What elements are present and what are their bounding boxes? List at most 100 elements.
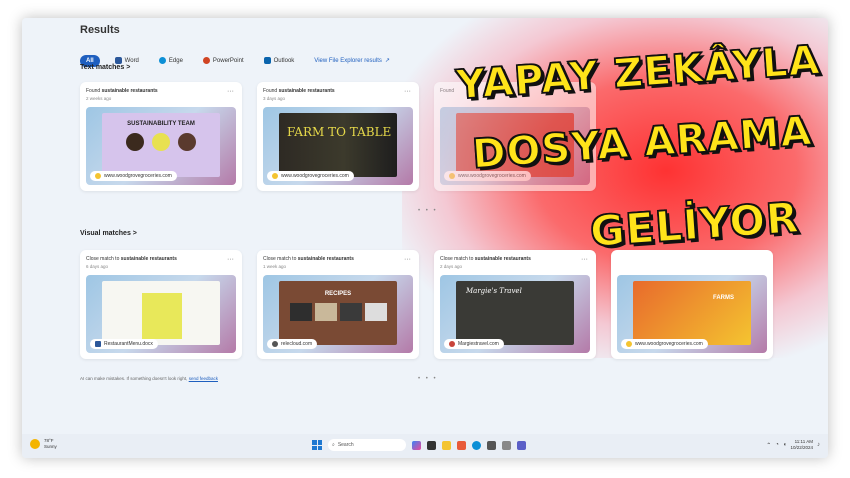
visual-matches-label: Visual matches — [80, 230, 131, 237]
thumbnail-text: FARM TO TABLE — [287, 125, 392, 139]
card-query: sustainable restaurants — [120, 256, 177, 262]
chevron-up-icon[interactable]: ⌃ — [766, 442, 771, 449]
result-card[interactable]: Found sustainable restaurants 3 days ago… — [257, 82, 419, 191]
card-age: 6 days ago — [86, 264, 109, 269]
view-file-explorer-link[interactable]: View File Explorer results ↗ — [309, 54, 395, 67]
wifi-icon[interactable]: ◔ — [775, 442, 779, 448]
windows-start-icon[interactable] — [312, 440, 322, 450]
source-chip[interactable]: www.woodgrovegroceries.com — [621, 339, 708, 349]
source-url: relecloud.com — [281, 341, 313, 347]
photo-circle — [126, 133, 144, 151]
card-prefix: Found — [440, 88, 455, 94]
volume-icon[interactable]: ◖ — [783, 442, 787, 448]
card-title: Found sustainable restaurants — [263, 88, 413, 94]
photo-strip — [279, 303, 397, 321]
source-url: RestaurantMenu.docx — [104, 341, 153, 347]
card-age: 3 days ago — [263, 96, 286, 101]
photos-icon[interactable] — [457, 440, 466, 450]
source-chip[interactable]: Margiestravel.com — [444, 339, 504, 349]
task-view-icon[interactable] — [427, 440, 436, 450]
thumbnail: SUSTAINABILITY TEAM — [102, 113, 220, 177]
globe-icon — [449, 341, 455, 347]
store-icon[interactable] — [487, 440, 496, 450]
page-title: Results — [80, 24, 120, 36]
source-chip[interactable]: relecloud.com — [267, 339, 318, 349]
filter-word-label: Word — [124, 57, 139, 64]
card-query: sustainable restaurants — [474, 256, 531, 262]
source-chip[interactable]: RestaurantMenu.docx — [90, 339, 158, 349]
more-options-icon[interactable]: ··· — [227, 256, 234, 263]
result-card[interactable]: Close match to sustainable restaurants 2… — [434, 250, 596, 359]
filter-outlook[interactable]: Outlook — [259, 54, 300, 67]
visual-matches-row: Close match to sustainable restaurants 6… — [80, 250, 773, 359]
taskbar-apps: ⌕ Search — [312, 439, 526, 451]
thumbnail: FARMS — [633, 281, 751, 345]
external-link-icon: ↗ — [384, 58, 390, 64]
thumbnail: RECIPES — [279, 281, 397, 345]
text-matches-label: Text matches — [80, 64, 125, 71]
thumbnail: FARM TO TABLE — [279, 113, 397, 177]
thumbnail-frame: RestaurantMenu.docx — [86, 275, 236, 353]
filter-powerpoint[interactable]: PowerPoint — [198, 54, 249, 67]
clock[interactable]: 11:11 AM 10/22/2024 — [790, 439, 813, 451]
notification-bell-icon[interactable]: ♪ — [817, 442, 820, 448]
card-query: sustainable restaurants — [101, 88, 158, 94]
photo-tile — [314, 303, 337, 321]
document-page — [142, 293, 182, 339]
copilot-icon[interactable] — [412, 440, 421, 450]
card-prefix: Found — [263, 88, 278, 94]
photo-tile — [289, 303, 312, 321]
globe-icon — [449, 173, 455, 179]
filter-outlook-label: Outlook — [273, 57, 295, 64]
photo-tile — [364, 303, 387, 321]
result-card[interactable]: FARMS www.woodgrovegroceries.com — [611, 250, 773, 359]
photo-circle — [152, 133, 170, 151]
more-options-icon[interactable]: ··· — [404, 256, 411, 263]
weather-widget[interactable]: 78°F Sunny — [30, 438, 57, 450]
search-icon: ⌕ — [332, 442, 335, 448]
file-explorer-icon[interactable] — [442, 440, 451, 450]
source-url: www.woodgrovegroceries.com — [635, 341, 703, 347]
chevron-right-icon: > — [126, 64, 131, 71]
card-prefix: Close match to — [86, 256, 120, 262]
teams-icon[interactable] — [517, 440, 526, 450]
source-chip[interactable]: www.woodgrovegroceries.com — [267, 171, 354, 181]
pager-dots[interactable]: • • • — [418, 208, 438, 214]
card-title: Close match to sustainable restaurants — [86, 256, 236, 262]
taskbar-search[interactable]: ⌕ Search — [328, 439, 406, 451]
photo-circle — [178, 133, 196, 151]
filter-edge[interactable]: Edge — [154, 54, 188, 67]
result-card[interactable]: Close match to sustainable restaurants 1… — [257, 250, 419, 359]
more-options-icon[interactable]: ··· — [227, 88, 234, 95]
thumbnail-text: SUSTAINABILITY TEAM — [127, 121, 195, 127]
thumbnail: Margie's Travel — [456, 281, 574, 345]
globe-icon — [272, 173, 278, 179]
weather-text: 78°F Sunny — [44, 438, 57, 450]
card-prefix: Found — [86, 88, 101, 94]
thumbnail-frame: FARMS www.woodgrovegroceries.com — [617, 275, 767, 353]
send-feedback-link[interactable]: send feedback — [189, 376, 218, 381]
card-title: Found sustainable restaurants — [86, 88, 236, 94]
taskbar: 78°F Sunny ⌕ Search ⌃ ◔ ◖ 11:11 AM 10/22/… — [22, 434, 828, 458]
card-age: 1 week ago — [263, 264, 287, 269]
globe-icon — [95, 173, 101, 179]
thumbnail — [102, 281, 220, 345]
result-card[interactable]: Found sustainable restaurants 2 weeks ag… — [80, 82, 242, 191]
thumbnail-text: RECIPES — [324, 291, 352, 297]
source-chip[interactable]: www.woodgrovegroceries.com — [90, 171, 177, 181]
view-explorer-label: View File Explorer results — [314, 57, 382, 64]
visual-matches-title[interactable]: Visual matches > — [80, 230, 137, 237]
photo-cluster — [102, 133, 220, 151]
word-icon — [95, 341, 101, 347]
text-matches-title[interactable]: Text matches > — [80, 64, 130, 71]
thumbnail-text: FARMS — [713, 295, 734, 301]
settings-icon[interactable] — [502, 440, 511, 450]
card-title: Close match to sustainable restaurants — [263, 256, 413, 262]
more-options-icon[interactable]: ··· — [581, 256, 588, 263]
pager-dots[interactable]: • • • — [418, 376, 438, 382]
edge-icon[interactable] — [472, 440, 481, 450]
more-options-icon[interactable]: ··· — [404, 88, 411, 95]
result-card[interactable]: Close match to sustainable restaurants 6… — [80, 250, 242, 359]
search-placeholder: Search — [337, 442, 354, 448]
thumbnail-frame: Margie's Travel Margiestravel.com — [440, 275, 590, 353]
